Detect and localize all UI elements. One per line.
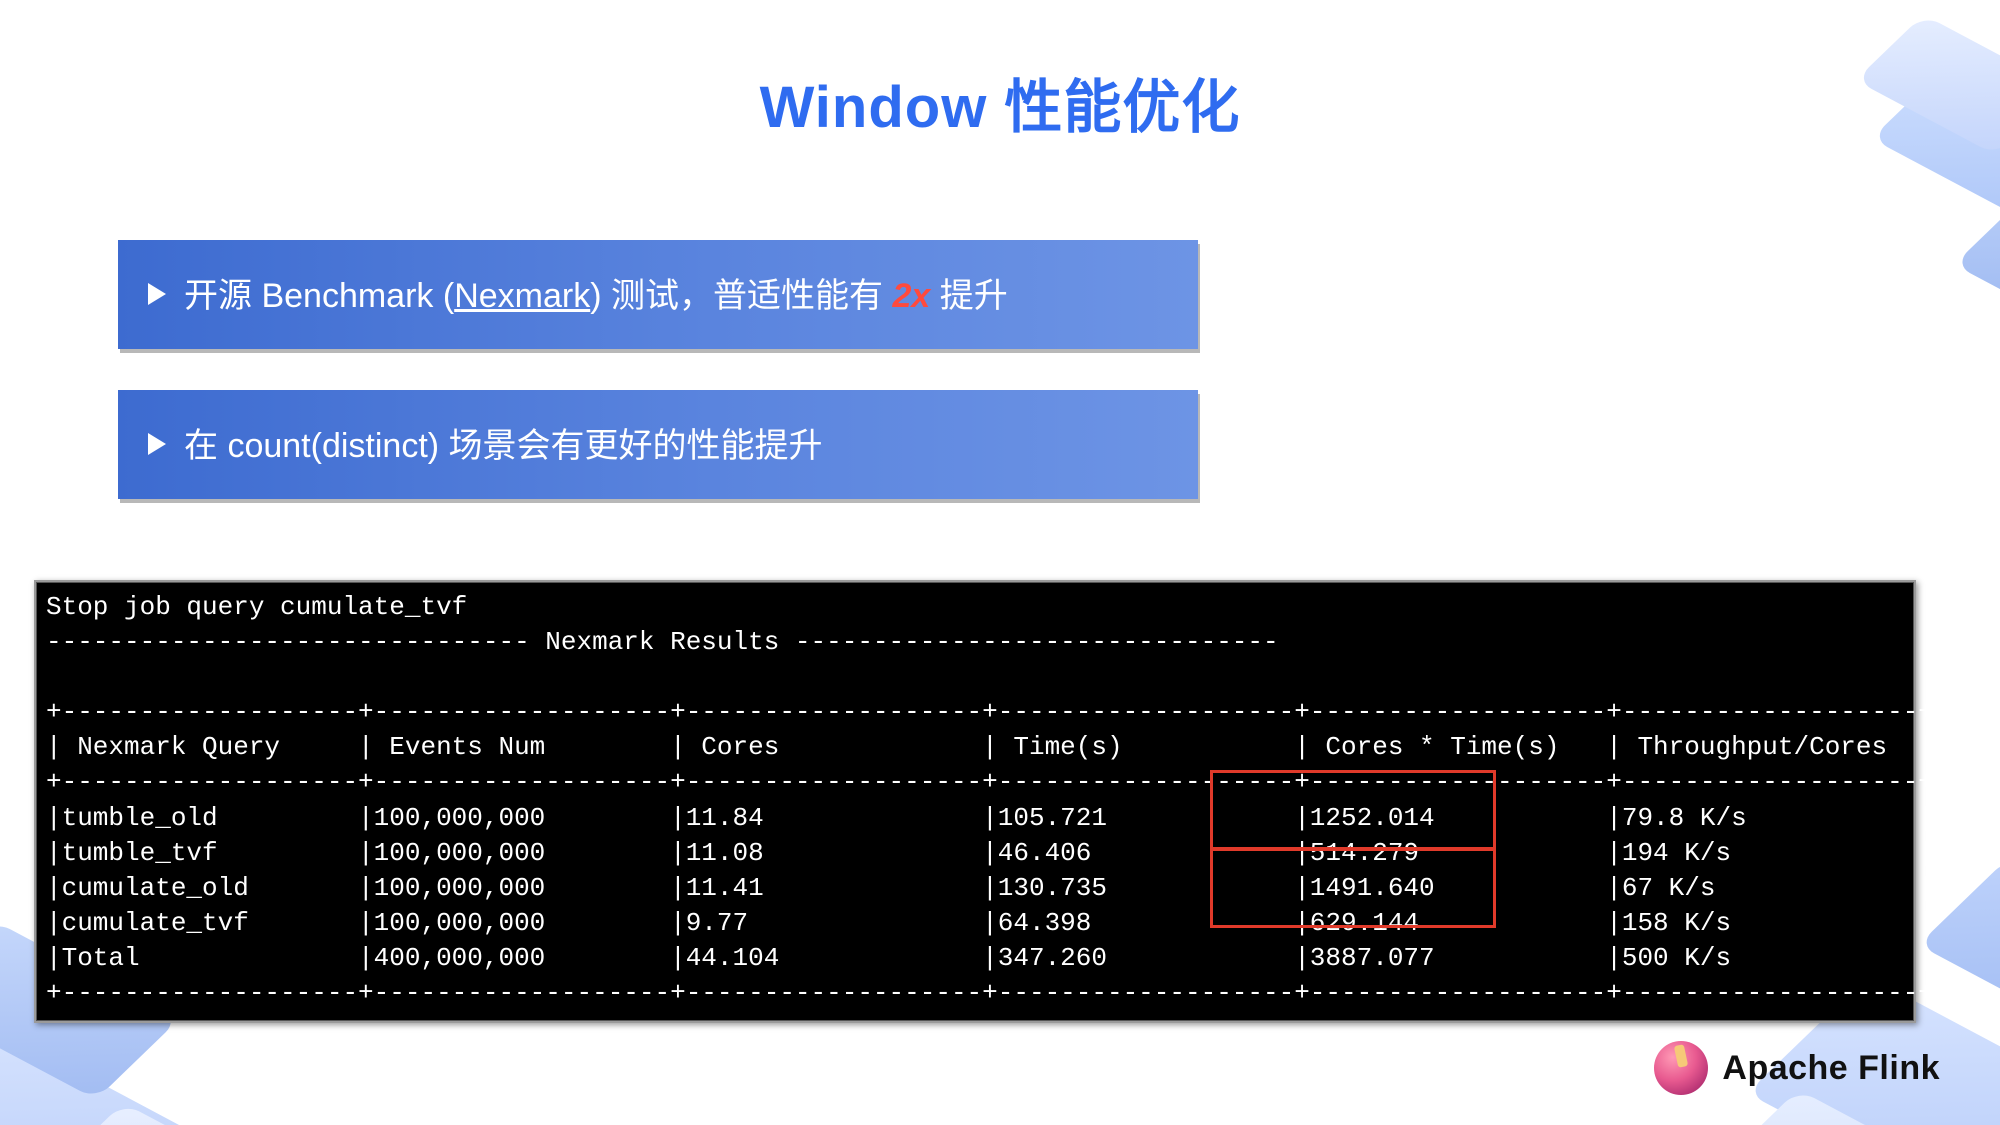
cloud-deco-icon [1954,192,2000,359]
terminal-line: ------------------------------- Nexmark … [46,627,1279,657]
chevron-right-icon [148,283,166,305]
bullet1-highlight: 2x [892,277,930,315]
bullet-banner-2: 在 count(distinct) 场景会有更好的性能提升 [118,390,1198,499]
bullet2-text: 在 count(distinct) 场景会有更好的性能提升 [184,427,823,465]
terminal-sep: +-------------------+-------------------… [46,767,1934,797]
slide-title: Window 性能优化 [0,60,2000,144]
terminal-sep: +-------------------+-------------------… [46,978,1934,1008]
bullet1-text-mid: ) 测试，普适性能有 [590,277,892,315]
bullet1-link: Nexmark [454,277,590,315]
terminal-row: |Total |400,000,000 |44.104 |347.260 |38… [46,943,1934,973]
footer-brand-text: Apache Flink [1722,1049,1940,1088]
terminal-sep: +-------------------+-------------------… [46,697,1934,727]
terminal-row: |tumble_old |100,000,000 |11.84 |105.721… [46,803,1934,833]
terminal-row: |cumulate_old |100,000,000 |11.41 |130.7… [46,873,1934,903]
terminal-row: |tumble_tvf |100,000,000 |11.08 |46.406 … [46,838,1934,868]
terminal-output: Stop job query cumulate_tvf ------------… [34,580,1916,1023]
bullet1-text-suffix: 提升 [930,277,1007,315]
footer-logo: Apache Flink [1654,1041,1940,1095]
bullet1-text-prefix: 开源 Benchmark ( [184,277,454,315]
flink-squirrel-icon [1654,1041,1708,1095]
terminal-head: | Nexmark Query | Events Num | Cores | T… [46,732,1934,762]
terminal-line: Stop job query cumulate_tvf [46,592,467,622]
chevron-right-icon [148,433,166,455]
bullet-banner-1: 开源 Benchmark (Nexmark) 测试，普适性能有 2x 提升 [118,240,1198,349]
terminal-row: |cumulate_tvf |100,000,000 |9.77 |64.398… [46,908,1934,938]
